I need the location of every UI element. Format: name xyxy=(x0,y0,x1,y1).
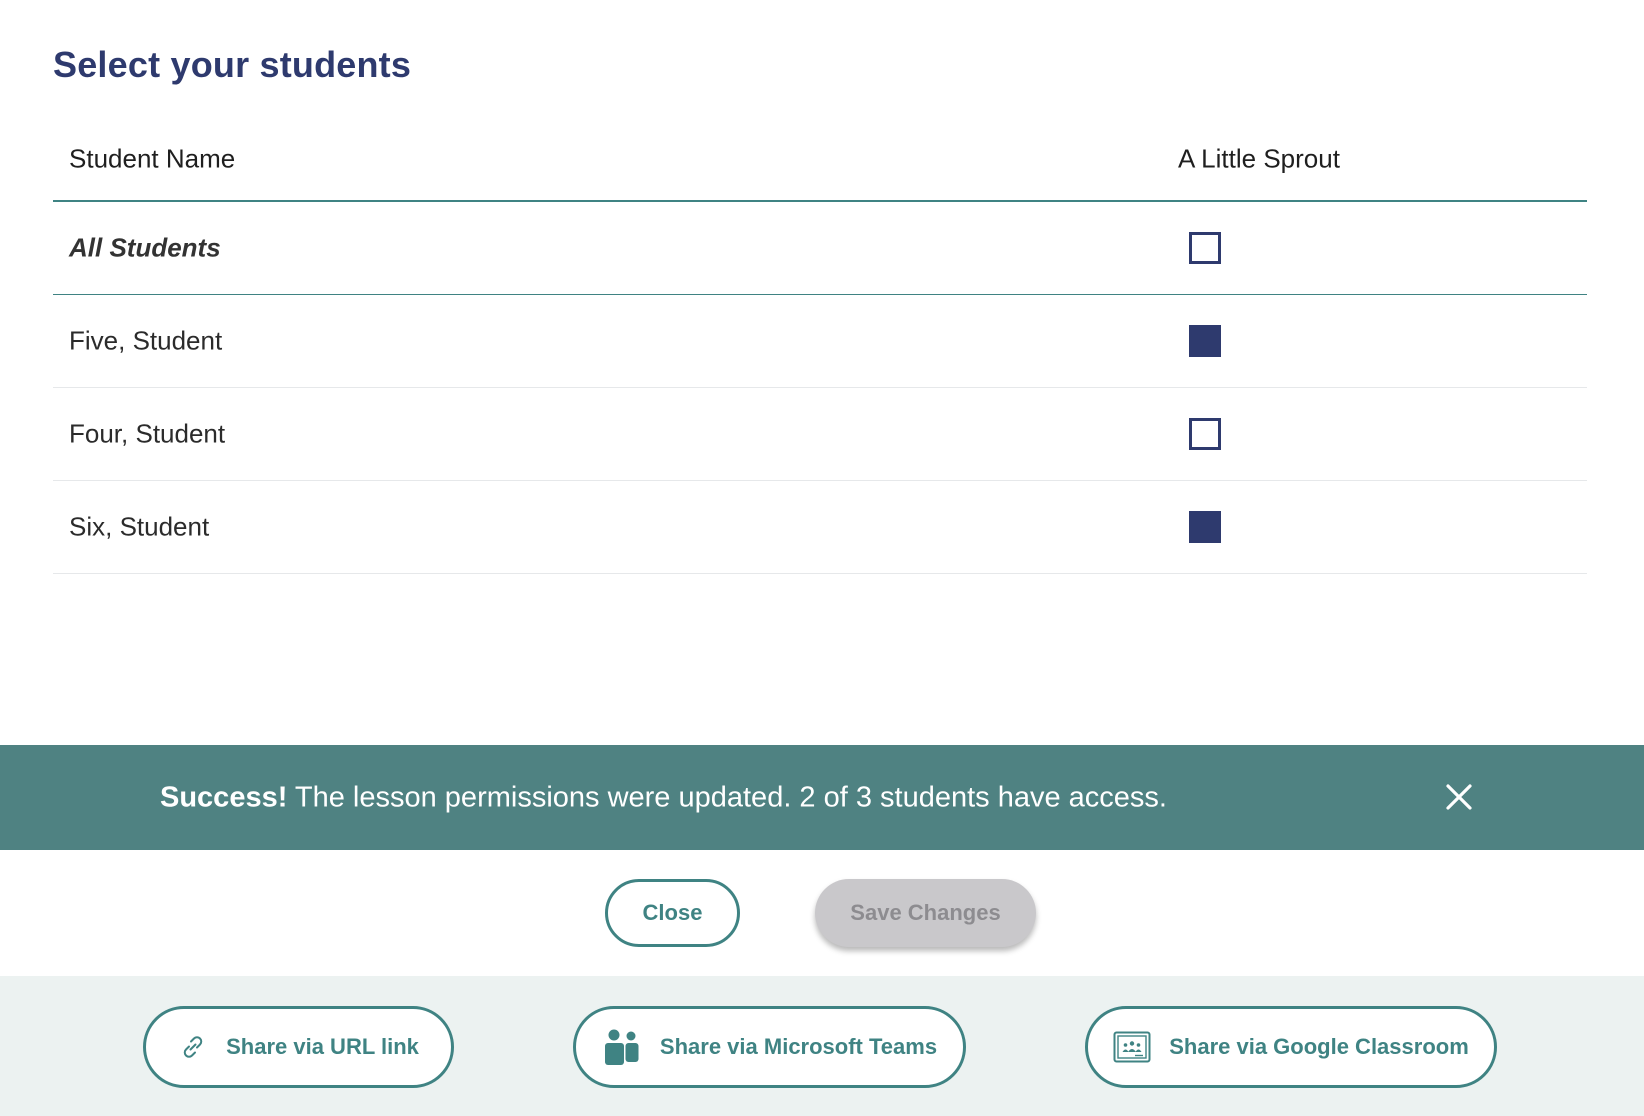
table-row: Five, Student xyxy=(53,295,1587,388)
column-header-lesson: A Little Sprout xyxy=(1178,143,1340,174)
share-google-classroom-button[interactable]: Share via Google Classroom xyxy=(1085,1006,1497,1088)
close-icon[interactable] xyxy=(1441,779,1477,815)
all-students-label: All Students xyxy=(69,232,221,263)
table-row: Four, Student xyxy=(53,388,1587,481)
column-header-student-name: Student Name xyxy=(69,143,236,174)
student-checkbox[interactable] xyxy=(1189,511,1221,543)
share-teams-label: Share via Microsoft Teams xyxy=(659,1034,938,1059)
close-button[interactable]: Close xyxy=(605,879,740,947)
student-checkbox[interactable] xyxy=(1189,325,1221,357)
link-icon xyxy=(183,1036,203,1058)
table-row-all-students: All Students xyxy=(53,202,1587,295)
banner-strong-text: Success! xyxy=(160,781,288,813)
student-name: Four, Student xyxy=(69,418,226,449)
table-row: Six, Student xyxy=(53,481,1587,574)
share-google-classroom-label: Share via Google Classroom xyxy=(1169,1034,1469,1059)
success-banner: Success! The lesson permissions were upd… xyxy=(0,745,1644,850)
share-url-label: Share via URL link xyxy=(226,1034,419,1059)
google-classroom-icon xyxy=(1113,1031,1151,1063)
save-changes-button[interactable]: Save Changes xyxy=(815,879,1036,947)
dialog-actions: Close Save Changes xyxy=(0,850,1644,976)
students-table: Student Name A Little Sprout All Student… xyxy=(53,118,1587,574)
share-bar: Share via URL link Share via Microsoft T… xyxy=(0,976,1644,1116)
table-header-row: Student Name A Little Sprout xyxy=(53,118,1587,202)
banner-body-text: The lesson permissions were updated. 2 o… xyxy=(287,781,1167,813)
microsoft-teams-icon xyxy=(604,1029,639,1065)
page-title: Select your students xyxy=(53,44,412,85)
all-students-checkbox[interactable] xyxy=(1189,232,1221,264)
share-url-button[interactable]: Share via URL link xyxy=(143,1006,454,1088)
student-checkbox[interactable] xyxy=(1189,418,1221,450)
banner-message: Success! The lesson permissions were upd… xyxy=(160,781,1167,814)
share-teams-button[interactable]: Share via Microsoft Teams xyxy=(573,1006,966,1088)
student-name: Six, Student xyxy=(69,511,210,542)
student-selection-dialog: Select your students Student Name A Litt… xyxy=(0,0,1644,1116)
student-name: Five, Student xyxy=(69,325,223,356)
